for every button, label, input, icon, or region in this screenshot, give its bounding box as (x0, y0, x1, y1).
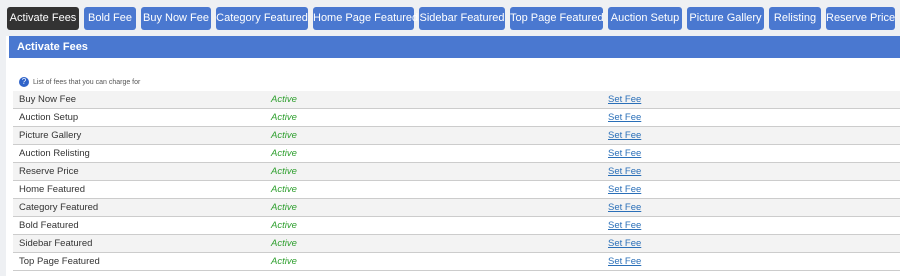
tab-relisting[interactable]: Relisting (769, 7, 821, 30)
help-icon: ? (19, 77, 29, 88)
tab-home-page-featured[interactable]: Home Page Featured (313, 7, 418, 30)
fee-name: Home Featured (19, 184, 86, 195)
fee-name: Auction Setup (19, 112, 79, 123)
fee-name: Top Page Featured (19, 256, 100, 267)
set-fee-link[interactable]: Set Fee (608, 91, 641, 108)
set-fee-link[interactable]: Set Fee (608, 199, 641, 216)
tab-sidebar-featured[interactable]: Sidebar Featured (419, 7, 505, 30)
fee-row: Auction Relisting Active Set Fee (13, 145, 900, 163)
fee-row: Buy Now Fee Active Set Fee (13, 91, 900, 109)
fees-settings-page: Activate Fees Bold Fee Buy Now Fee Categ… (0, 0, 900, 276)
tab-auction-setup[interactable]: Auction Setup (608, 7, 682, 30)
fee-row: Category Featured Active Set Fee (13, 199, 900, 217)
fee-status: Active (271, 130, 297, 141)
fee-status: Active (271, 148, 297, 159)
fees-table: Buy Now Fee Active Set Fee Auction Setup… (13, 91, 900, 271)
tab-buy-now-fee[interactable]: Buy Now Fee (141, 7, 211, 30)
fee-name: Sidebar Featured (19, 238, 93, 249)
fee-status: Active (271, 112, 297, 123)
fee-row: Auction Setup Active Set Fee (13, 109, 900, 127)
fee-row: Home Featured Active Set Fee (13, 181, 900, 199)
tab-category-featured[interactable]: Category Featured (216, 7, 308, 30)
fee-status: Active (271, 94, 297, 105)
fee-status: Active (271, 184, 297, 195)
fee-row: Reserve Price Active Set Fee (13, 163, 900, 181)
fees-info-text: List of fees that you can charge for (32, 79, 141, 86)
fee-status: Active (271, 238, 297, 249)
tab-reserve-price[interactable]: Reserve Price (826, 7, 895, 30)
fee-name: Picture Gallery (19, 130, 82, 141)
fee-status: Active (271, 256, 297, 267)
panel-header: Activate Fees (9, 36, 900, 58)
tab-activate-fees[interactable]: Activate Fees (7, 7, 79, 30)
fee-row: Sidebar Featured Active Set Fee (13, 235, 900, 253)
fee-name: Buy Now Fee (19, 94, 77, 105)
fees-panel: Activate Fees ? List of fees that you ca… (6, 36, 900, 276)
tab-bold-fee[interactable]: Bold Fee (84, 7, 136, 30)
fee-row: Picture Gallery Active Set Fee (13, 127, 900, 145)
panel-title: Activate Fees (17, 41, 88, 53)
fee-name: Category Featured (19, 202, 99, 213)
tab-top-page-featured[interactable]: Top Page Featured (510, 7, 604, 30)
fee-tabs: Activate Fees Bold Fee Buy Now Fee Categ… (0, 0, 900, 36)
fee-name: Reserve Price (19, 166, 79, 177)
panel-content: ? List of fees that you can charge for B… (6, 58, 900, 276)
fee-name: Auction Relisting (19, 148, 90, 159)
set-fee-link[interactable]: Set Fee (608, 217, 641, 234)
fee-status: Active (271, 202, 297, 213)
fee-name: Bold Featured (19, 220, 79, 231)
fees-info-note: ? List of fees that you can charge for (19, 77, 140, 89)
set-fee-link[interactable]: Set Fee (608, 181, 641, 198)
tab-picture-gallery[interactable]: Picture Gallery (687, 7, 764, 30)
set-fee-link[interactable]: Set Fee (608, 253, 641, 270)
fee-status: Active (271, 166, 297, 177)
fee-row: Top Page Featured Active Set Fee (13, 253, 900, 271)
fee-row: Bold Featured Active Set Fee (13, 217, 900, 235)
set-fee-link[interactable]: Set Fee (608, 163, 641, 180)
set-fee-link[interactable]: Set Fee (608, 127, 641, 144)
fee-status: Active (271, 220, 297, 231)
set-fee-link[interactable]: Set Fee (608, 145, 641, 162)
set-fee-link[interactable]: Set Fee (608, 109, 641, 126)
set-fee-link[interactable]: Set Fee (608, 235, 641, 252)
